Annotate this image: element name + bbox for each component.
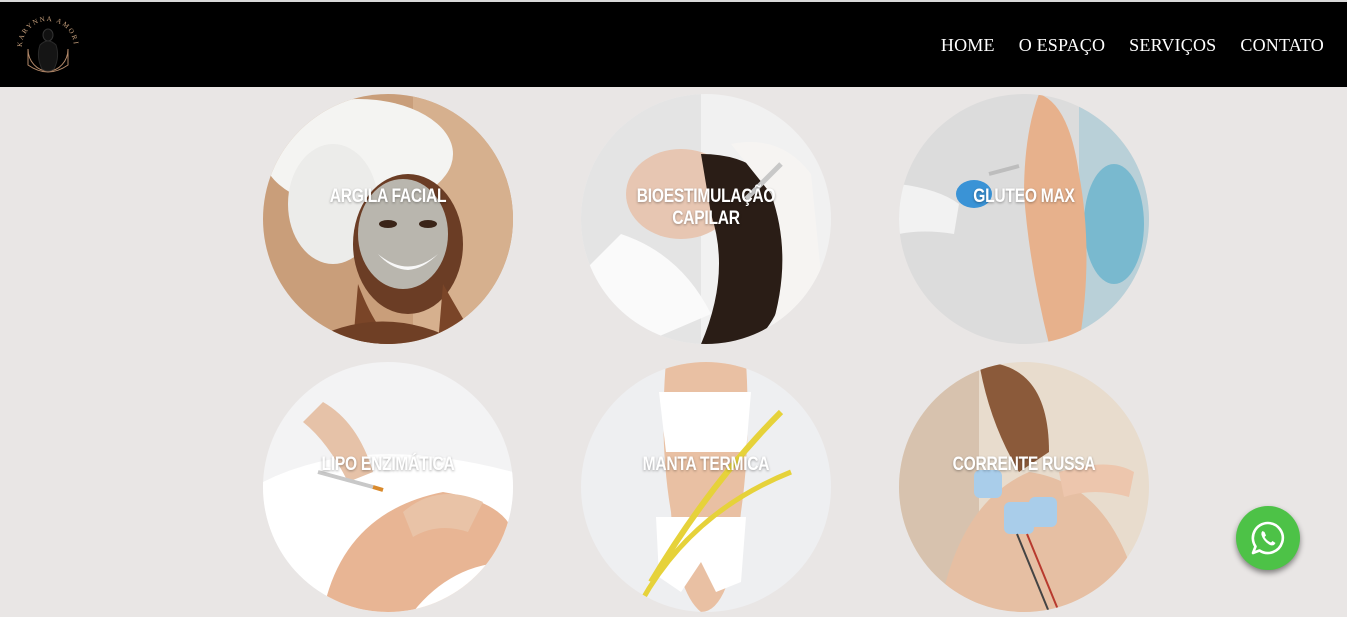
service-bioestimulacao-capilar[interactable]: BIOESTIMULAÇÃO CAPILAR — [581, 94, 831, 344]
service-label: LIPO ENZIMÁTICA — [321, 454, 455, 475]
gluteo-max-image — [899, 94, 1149, 344]
manta-termica-image — [581, 362, 831, 612]
service-label: GLUTEO MAX — [973, 186, 1075, 207]
nav-o-espaco[interactable]: O ESPAÇO — [1019, 35, 1105, 56]
service-label: MANTA TERMICA — [642, 454, 770, 475]
whatsapp-icon — [1251, 521, 1285, 555]
service-label: BIOESTIMULAÇÃO CAPILAR — [636, 186, 776, 229]
argila-facial-image — [263, 94, 513, 344]
nav-home[interactable]: HOME — [941, 35, 995, 56]
service-argila-facial[interactable]: ARGILA FACIAL — [263, 94, 513, 344]
service-label: CORRENTE RUSSA — [952, 454, 1096, 475]
service-corrente-russa[interactable]: CORRENTE RUSSA — [899, 362, 1149, 612]
service-label: ARGILA FACIAL — [329, 186, 447, 207]
service-lipo-enzimatica[interactable]: LIPO ENZIMÁTICA — [263, 362, 513, 612]
nav-servicos[interactable]: SERVIÇOS — [1129, 35, 1216, 56]
brand-logo[interactable]: KARYNNA AMORIM — [10, 9, 82, 77]
nav-contato[interactable]: CONTATO — [1240, 35, 1324, 56]
whatsapp-button[interactable] — [1236, 506, 1300, 570]
service-gluteo-max[interactable]: GLUTEO MAX — [899, 94, 1149, 344]
service-manta-termica[interactable]: MANTA TERMICA — [581, 362, 831, 612]
main-nav: HOME O ESPAÇO SERVIÇOS CONTATO — [941, 35, 1324, 56]
lipo-enzimatica-image — [263, 362, 513, 612]
site-header: KARYNNA AMORIM HOME O ESPAÇO SERVIÇOS CO… — [0, 2, 1347, 87]
corrente-russa-image — [899, 362, 1149, 612]
